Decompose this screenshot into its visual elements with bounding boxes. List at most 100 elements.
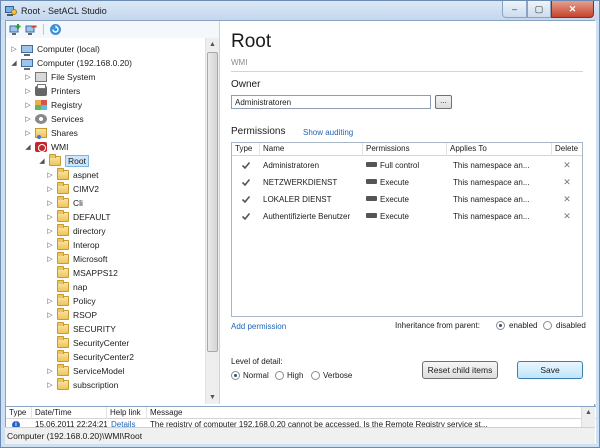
- collapsed-arrow-icon[interactable]: ▷: [46, 171, 54, 179]
- delete-icon[interactable]: ✕: [562, 174, 572, 191]
- log-col-type[interactable]: Type: [6, 407, 32, 419]
- delete-icon[interactable]: ✕: [562, 157, 572, 174]
- permission-level-text: Execute: [380, 212, 409, 221]
- scroll-down-arrow-icon[interactable]: ▼: [206, 391, 219, 404]
- inheritance-disabled-radio[interactable]: [543, 321, 552, 330]
- tree-item[interactable]: ◢ Root: [38, 154, 89, 168]
- col-name[interactable]: Name: [260, 143, 363, 156]
- tree-item[interactable]: SecurityCenter: [46, 336, 129, 350]
- col-applies-to[interactable]: Applies To: [447, 143, 552, 156]
- tree-item[interactable]: ▷ subscription: [46, 378, 118, 392]
- detail-verbose-radio[interactable]: [311, 371, 320, 380]
- detail-normal-radio[interactable]: [231, 371, 240, 380]
- show-auditing-link[interactable]: Show auditing: [303, 128, 353, 137]
- add-computer-icon[interactable]: [9, 23, 22, 36]
- permission-row[interactable]: NETZWERKDIENST Execute This namespace an..…: [232, 174, 582, 191]
- owner-field[interactable]: [231, 95, 431, 109]
- tree-item[interactable]: ◢ WMI: [24, 140, 68, 154]
- tree-item[interactable]: ▷ DEFAULT: [46, 210, 111, 224]
- tree-item[interactable]: ▷ File System: [24, 70, 95, 84]
- tree-item[interactable]: ▷ Registry: [24, 98, 82, 112]
- expanded-arrow-icon[interactable]: ◢: [24, 143, 32, 151]
- inheritance-enabled-radio[interactable]: [496, 321, 505, 330]
- collapsed-arrow-icon[interactable]: ▷: [24, 87, 32, 95]
- collapsed-arrow-icon[interactable]: ▷: [24, 129, 32, 137]
- refresh-icon[interactable]: [49, 23, 62, 36]
- collapsed-arrow-icon[interactable]: ▷: [46, 297, 54, 305]
- detail-high-radio[interactable]: [275, 371, 284, 380]
- tree-item-label: nap: [73, 282, 88, 292]
- expanded-arrow-icon[interactable]: ◢: [10, 59, 18, 67]
- tree-item[interactable]: ▷ Printers: [24, 84, 80, 98]
- log-col-message[interactable]: Message: [147, 407, 581, 419]
- detail-high-label[interactable]: High: [287, 371, 303, 380]
- collapsed-arrow-icon[interactable]: ▷: [46, 199, 54, 207]
- tree-item[interactable]: ▷ aspnet: [46, 168, 99, 182]
- permission-level-text: Execute: [380, 178, 409, 187]
- collapsed-arrow-icon[interactable]: ▷: [46, 381, 54, 389]
- log-col-datetime[interactable]: Date/Time: [32, 407, 107, 419]
- tree-item[interactable]: ▷ Shares: [24, 126, 78, 140]
- delete-icon[interactable]: ✕: [562, 208, 572, 225]
- detail-normal-label[interactable]: Normal: [243, 371, 269, 380]
- tree-item[interactable]: ▷ directory: [46, 224, 106, 238]
- col-permissions[interactable]: Permissions: [363, 143, 447, 156]
- tree-item[interactable]: ▷ Services: [24, 112, 84, 126]
- tree-item[interactable]: ▷ Computer (local): [10, 42, 100, 56]
- collapsed-arrow-icon[interactable]: ▷: [46, 213, 54, 221]
- tree-item[interactable]: ◢ Computer (192.168.0.20): [10, 56, 132, 70]
- permission-bar-icon: [366, 162, 377, 168]
- collapsed-arrow-icon: [46, 269, 54, 277]
- log-col-help-link[interactable]: Help link: [107, 407, 147, 419]
- maximize-button[interactable]: ▢: [527, 1, 551, 18]
- collapsed-arrow-icon[interactable]: ▷: [10, 45, 18, 53]
- title-bar[interactable]: Root - SetACL Studio – ▢ ✕: [1, 1, 599, 20]
- permission-name: LOKALER DIENST: [263, 195, 332, 204]
- col-type[interactable]: Type: [232, 143, 260, 156]
- scroll-up-arrow-icon[interactable]: ▲: [206, 38, 219, 51]
- expanded-arrow-icon[interactable]: ◢: [38, 157, 46, 165]
- collapsed-arrow-icon[interactable]: ▷: [46, 367, 54, 375]
- folder-icon: [57, 210, 69, 222]
- tree-item[interactable]: SecurityCenter2: [46, 350, 134, 364]
- tree-item[interactable]: ▷ ServiceModel: [46, 364, 125, 378]
- tree-scrollbar[interactable]: ▲ ▼: [205, 38, 219, 404]
- tree-item[interactable]: ▷ Microsoft: [46, 252, 107, 266]
- permission-row[interactable]: Administratoren Full control This namespac…: [232, 157, 582, 174]
- tree-item[interactable]: nap: [46, 280, 87, 294]
- collapsed-arrow-icon[interactable]: ▷: [46, 255, 54, 263]
- scroll-up-arrow-icon[interactable]: ▲: [582, 407, 595, 418]
- tree-item[interactable]: MSAPPS12: [46, 266, 118, 280]
- tree-item[interactable]: SECURITY: [46, 322, 116, 336]
- delete-icon[interactable]: ✕: [562, 191, 572, 208]
- close-button[interactable]: ✕: [551, 1, 594, 18]
- tree-item[interactable]: ▷ CIMV2: [46, 182, 99, 196]
- collapsed-arrow-icon[interactable]: ▷: [46, 185, 54, 193]
- inheritance-enabled-label[interactable]: enabled: [509, 321, 537, 330]
- col-delete[interactable]: Delete: [552, 143, 582, 156]
- save-button[interactable]: Save: [517, 361, 583, 379]
- collapsed-arrow-icon: [46, 339, 54, 347]
- collapsed-arrow-icon[interactable]: ▷: [46, 227, 54, 235]
- permission-row[interactable]: Authentifizierte Benutzer Execute This nam…: [232, 208, 582, 225]
- collapsed-arrow-icon[interactable]: ▷: [46, 241, 54, 249]
- tree-item[interactable]: ▷ Interop: [46, 238, 99, 252]
- tree-item[interactable]: ▷ RSOP: [46, 308, 97, 322]
- toolbar: [6, 21, 220, 38]
- owner-browse-button[interactable]: ...: [435, 95, 452, 109]
- collapsed-arrow-icon[interactable]: ▷: [46, 311, 54, 319]
- minimize-button[interactable]: –: [502, 1, 527, 18]
- tree-item[interactable]: ▷ Policy: [46, 294, 96, 308]
- detail-verbose-label[interactable]: Verbose: [323, 371, 352, 380]
- scrollbar-thumb[interactable]: [207, 52, 218, 352]
- folder-icon: [57, 294, 69, 306]
- remove-computer-icon[interactable]: [25, 23, 38, 36]
- reset-child-items-button[interactable]: Reset child items: [422, 361, 498, 379]
- collapsed-arrow-icon[interactable]: ▷: [24, 101, 32, 109]
- collapsed-arrow-icon[interactable]: ▷: [24, 115, 32, 123]
- permission-row[interactable]: LOKALER DIENST Execute This namespace an..…: [232, 191, 582, 208]
- tree-item[interactable]: ▷ Cli: [46, 196, 83, 210]
- inheritance-disabled-label[interactable]: disabled: [556, 321, 586, 330]
- add-permission-link[interactable]: Add permission: [231, 322, 286, 331]
- collapsed-arrow-icon[interactable]: ▷: [24, 73, 32, 81]
